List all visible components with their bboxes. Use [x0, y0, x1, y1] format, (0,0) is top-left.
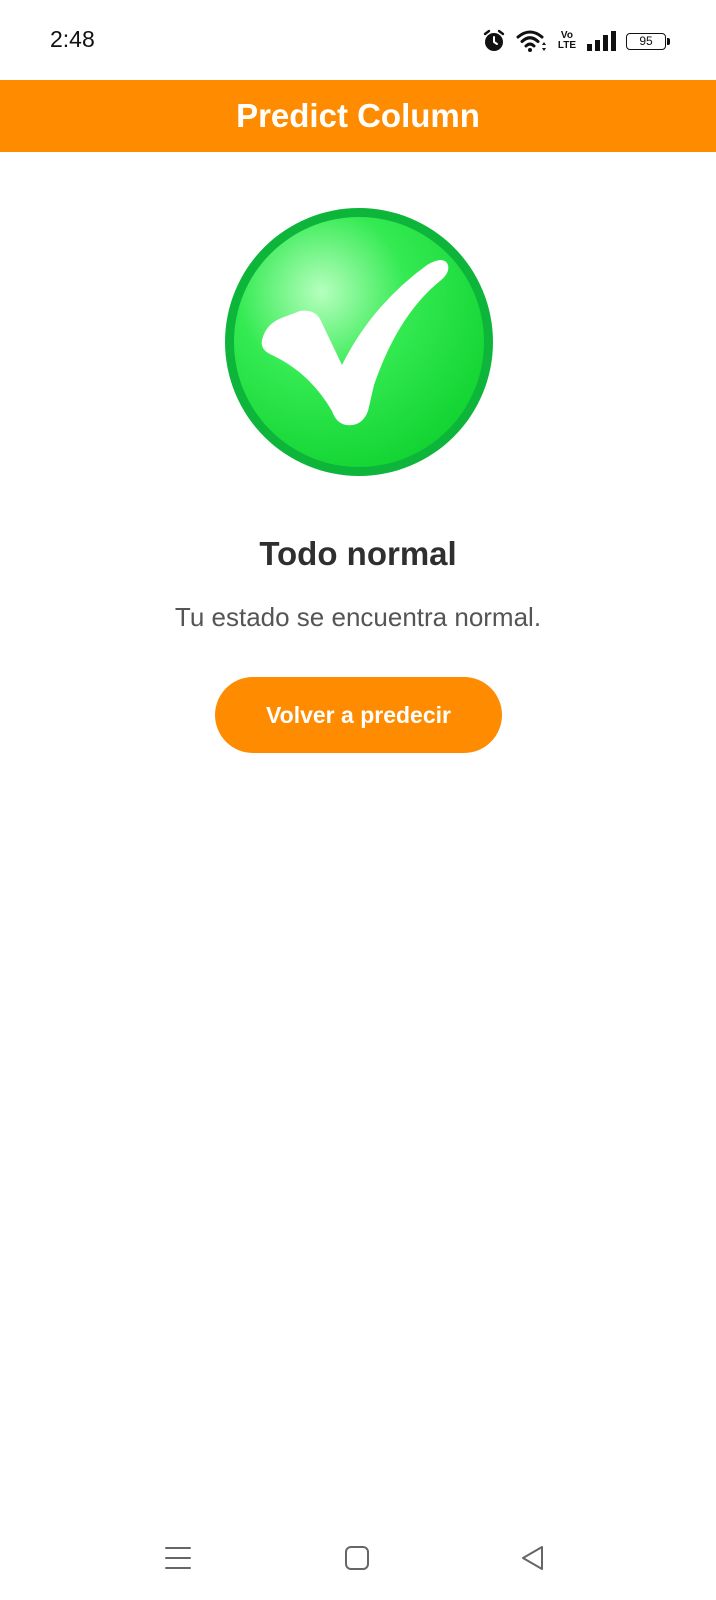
signal-icon	[586, 30, 616, 52]
screen: 2:48 Vo LTE 95 Predict Column Todo norma…	[0, 0, 716, 1600]
result-message: Tu estado se encuentra normal.	[174, 602, 542, 632]
alarm-icon	[482, 29, 506, 53]
app-title: Predict Column	[236, 97, 480, 134]
app-bar: Predict Column	[0, 80, 716, 152]
wifi-icon	[516, 29, 548, 53]
volte-icon: Vo LTE	[558, 31, 576, 51]
result-title: Todo normal	[259, 535, 457, 572]
battery-level: 95	[639, 34, 653, 48]
back-icon[interactable]	[513, 1540, 553, 1576]
status-icons: Vo LTE 95	[482, 26, 670, 56]
volte-bottom-label: LTE	[557, 40, 576, 51]
status-bar: 2:48 Vo LTE 95	[0, 0, 716, 80]
nav-bar	[0, 1520, 716, 1590]
predict-again-button[interactable]: Volver a predecir	[215, 677, 502, 753]
battery-icon: 95	[626, 32, 670, 50]
home-icon[interactable]	[337, 1540, 377, 1576]
status-time: 2:48	[50, 26, 95, 52]
menu-icon[interactable]	[158, 1540, 198, 1576]
check-circle-icon	[222, 205, 496, 479]
